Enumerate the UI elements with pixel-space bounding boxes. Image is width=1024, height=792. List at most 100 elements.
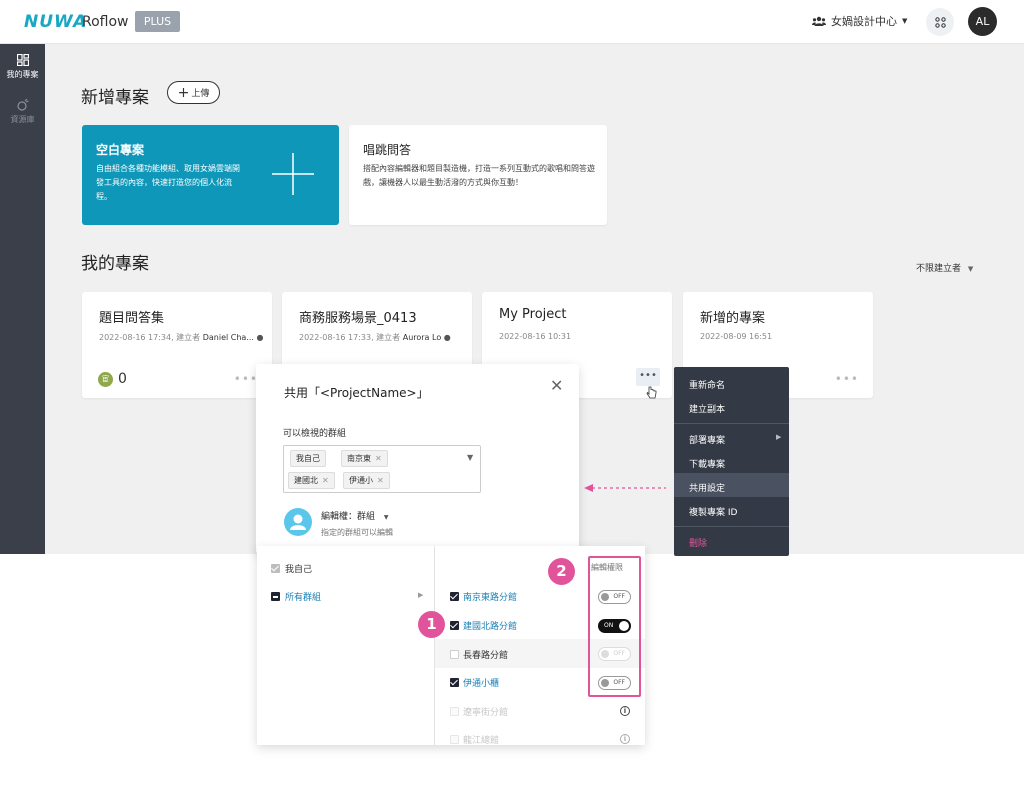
group-tag: 南京東 ✕ [341,450,388,467]
chevron-right-icon: ▶ [418,591,424,599]
remove-tag-icon[interactable]: ✕ [377,476,384,485]
branch-option: 龍江總館 [463,736,500,745]
share-dialog: 共用「<ProjectName>」 ✕ 可以檢視的群組 我自己 南京東 ✕ 建國北… [256,364,579,554]
branch-option[interactable]: 伊通小櫃 [463,676,499,689]
project-name: 題目問答集 [99,311,165,326]
card-description: 搭配內容編輯器和題目製造機，打造一系列互動式的歌唱和問答遊戲，讓機器人以最生動活… [363,164,595,187]
score-value: 0 [118,371,127,387]
close-icon[interactable]: ✕ [550,376,563,395]
menu-item-share-settings[interactable]: 共用設定 [689,481,725,494]
branch-checkbox[interactable] [450,592,459,601]
project-name: My Project [499,307,567,322]
score: 宦 0 [98,371,127,387]
menu-item-download[interactable]: 下載專案 [689,457,725,470]
user-avatar[interactable]: AL [968,7,997,36]
group-tag-select[interactable]: 我自己 南京東 ✕ 建國北 ✕ 伊通小 ✕ ▼ [283,445,481,493]
menu-item-deploy[interactable]: 部署專案 [689,433,725,446]
edit-permission-select[interactable]: 編輯權：群組 ▼ [321,509,389,522]
blank-project-card[interactable]: 空白專案 自由組合各種功能模組、取用女媧雲端開發工具的內容，快速打造您的個人化流… [82,125,339,225]
org-selector[interactable]: 女媧設計中心 ▼ [812,13,907,29]
remove-tag-icon[interactable]: ✕ [322,476,329,485]
chevron-down-icon: ▼ [383,514,389,521]
branch-option[interactable]: 長春路分館 [463,648,508,661]
my-projects-title: 我的專案 [81,254,149,274]
branch-checkbox[interactable] [450,678,459,687]
coin-icon: 宦 [98,371,113,387]
sidebar-item-resources[interactable]: 資源庫 [0,99,45,125]
branch-option[interactable]: 建國北路分館 [463,619,517,632]
project-card[interactable]: 題目問答集 2022-08-16 17:34, 建立者 Daniel Cha..… [82,292,272,398]
group-option-all-groups[interactable]: 所有群組 [285,590,321,603]
card-title: 空白專案 [96,143,145,157]
branch-checkbox [450,735,459,744]
info-icon[interactable]: i [620,734,630,744]
chevron-down-icon: ▼ [902,17,908,25]
tag-label: 南京東 [347,454,371,463]
info-icon[interactable]: i [620,706,630,716]
apps-button[interactable] [926,8,954,36]
nuwa-logo[interactable]: NUWA [24,12,87,32]
all-groups-checkbox[interactable] [271,592,280,601]
tag-label: 建國北 [294,476,318,485]
group-tag: 建國北 ✕ [288,472,335,489]
chevron-right-icon: ▶ [776,433,782,441]
menu-item-copy-id[interactable]: 複製專案 ID [689,505,737,518]
view-groups-label: 可以檢視的群組 [283,429,347,439]
sidebar-item-my-projects[interactable]: 我的專案 [0,52,45,80]
step-2-marker: 2 [548,558,575,585]
permission-label: 編輯權：群組 [321,512,376,522]
resource-icon [17,99,29,111]
filter-label: 不限建立者 [916,264,962,274]
more-icon[interactable]: ••• [835,372,859,386]
project-meta: 2022-08-16 10:31 [499,332,572,341]
menu-item-delete[interactable]: 刪除 [689,536,707,549]
project-date: 2022-08-16 17:33, 建立者 [299,333,403,342]
project-date: 2022-08-16 17:34, 建立者 [99,333,203,342]
sidebar-item-label: 我的專案 [6,70,39,79]
menu-divider [674,423,789,424]
more-icon[interactable]: ••• [636,368,660,386]
more-icon[interactable]: ••• [234,372,258,386]
chevron-down-icon[interactable]: ▼ [467,453,473,462]
remove-tag-icon[interactable]: ✕ [375,454,382,463]
branch-checkbox[interactable] [450,621,459,630]
group-tag: 我自己 [290,450,326,467]
sidebar-item-label: 資源庫 [10,115,35,124]
plus-icon: + [177,84,190,101]
plus-icon [272,153,314,195]
app-name: Roflow [82,14,129,30]
menu-divider [674,526,789,527]
myself-checkbox[interactable] [271,564,280,573]
permission-description: 指定的群組可以編輯 [321,528,393,537]
menu-item-rename[interactable]: 重新命名 [689,378,725,391]
dashboard-icon [16,54,29,66]
top-bar: NUWA Roflow PLUS 女媧設計中心 ▼ AL [0,0,1024,44]
project-name: 商務服務場景_0413 [299,311,417,326]
org-name: 女媧設計中心 [831,15,897,28]
project-meta: 2022-08-09 16:51 [700,332,773,341]
branch-checkbox [450,707,459,716]
branch-option[interactable]: 南京東路分館 [463,590,517,603]
apps-grid-icon [934,16,946,28]
plan-badge: PLUS [135,11,180,32]
creator-filter[interactable]: 不限建立者 ▼ [916,261,973,274]
step-1-marker: 1 [418,611,445,638]
users-icon [812,16,826,26]
new-project-title: 新增專案 [81,88,149,108]
pointer-arrow-icon [584,484,666,492]
chevron-down-icon: ▼ [967,265,974,273]
permission-column-highlight [588,556,641,697]
project-context-menu: 重新命名 建立副本 部署專案 ▶ 下載專案 共用設定 複製專案 ID 刪除 [674,367,789,556]
group-option-myself[interactable]: 我自己 [285,562,312,575]
branch-option: 遼寧街分館 [463,708,509,718]
groups-dropdown: 我自己 所有群組 ▶ 編輯權限 南京東路分館 OFF 建國北路分館 ON 長春路… [257,546,645,745]
sing-quiz-card[interactable]: 唱跳問答 搭配內容編輯器和題目製造機，打造一系列互動式的歌唱和問答遊戲，讓機器人… [349,125,607,225]
upload-label: 上傳 [191,89,210,99]
menu-item-duplicate[interactable]: 建立副本 [689,402,725,415]
branch-checkbox[interactable] [450,650,459,659]
card-description: 自由組合各種功能模組、取用女媧雲端開發工具的內容，快速打造您的個人化流程。 [96,164,240,201]
user-icon [290,514,306,530]
upload-button[interactable]: + 上傳 [167,81,220,104]
project-name: 新增的專案 [700,311,766,326]
sidebar: 我的專案 資源庫 [0,44,45,554]
